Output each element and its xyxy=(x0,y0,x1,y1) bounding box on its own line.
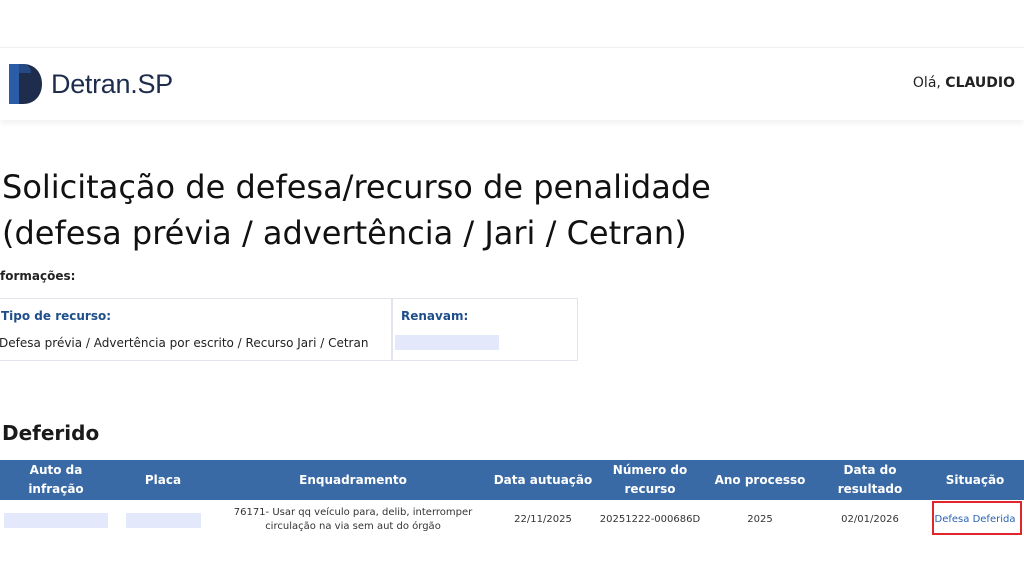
col-header-placa: Placa xyxy=(144,472,182,487)
cell-ano-processo: 2025 xyxy=(747,514,773,525)
tipo-recurso-label: Tipo de recurso: xyxy=(1,309,112,323)
cell-numero-recurso: 20251222-000686D xyxy=(599,514,701,525)
cell-auto xyxy=(0,500,112,540)
detran-logo[interactable]: Detran.SP xyxy=(7,63,173,105)
detran-d-logo-icon xyxy=(9,64,42,104)
tipo-recurso-box: Tipo de recurso: Defesa prévia / Advertê… xyxy=(0,298,392,361)
renavam-label: Renavam: xyxy=(401,309,469,323)
logo-text: Detran.SP xyxy=(51,68,173,99)
info-section-label: formações: xyxy=(0,269,76,283)
page-title: Solicitação de defesa/recurso de penalid… xyxy=(2,168,711,252)
page: Detran.SP Olá, CLAUDIO Solicitação de de… xyxy=(0,0,1024,576)
resultados-table: Auto da infração Placa Enquadramento Dat… xyxy=(0,460,1024,540)
tipo-recurso-value: Defesa prévia / Advertência por escrito … xyxy=(0,336,369,350)
col-header-data-resultado: Data do resultado xyxy=(837,463,903,496)
cell-enquadramento: 76171- Usar qq veículo para, delib, inte… xyxy=(233,507,473,532)
table-row: 76171- Usar qq veículo para, delib, inte… xyxy=(0,500,1024,540)
col-header-auto: Auto da infração xyxy=(28,463,84,496)
col-header-enquadramento: Enquadramento xyxy=(299,472,407,487)
renavam-redacted-value xyxy=(395,335,499,350)
top-header: Detran.SP Olá, CLAUDIO xyxy=(0,47,1024,120)
user-greeting: Olá, CLAUDIO xyxy=(912,75,1015,91)
col-header-data-autuacao: Data autuação xyxy=(493,472,593,487)
section-title-deferido: Deferido xyxy=(2,421,100,445)
auto-redacted-value xyxy=(4,512,108,528)
col-header-situacao: Situação xyxy=(945,472,1005,487)
col-header-ano-processo: Ano processo xyxy=(714,472,806,487)
cell-data-resultado: 02/01/2026 xyxy=(841,514,899,525)
table-header-row: Auto da infração Placa Enquadramento Dat… xyxy=(0,460,1024,500)
situacao-highlight-frame xyxy=(932,501,1022,535)
col-header-numero-recurso: Número do recurso xyxy=(612,463,688,496)
placa-redacted-value xyxy=(125,512,201,528)
cell-data-autuacao: 22/11/2025 xyxy=(514,514,572,525)
cell-placa xyxy=(112,500,214,540)
user-name: CLAUDIO xyxy=(945,75,1015,91)
renavam-box: Renavam: xyxy=(392,298,578,361)
